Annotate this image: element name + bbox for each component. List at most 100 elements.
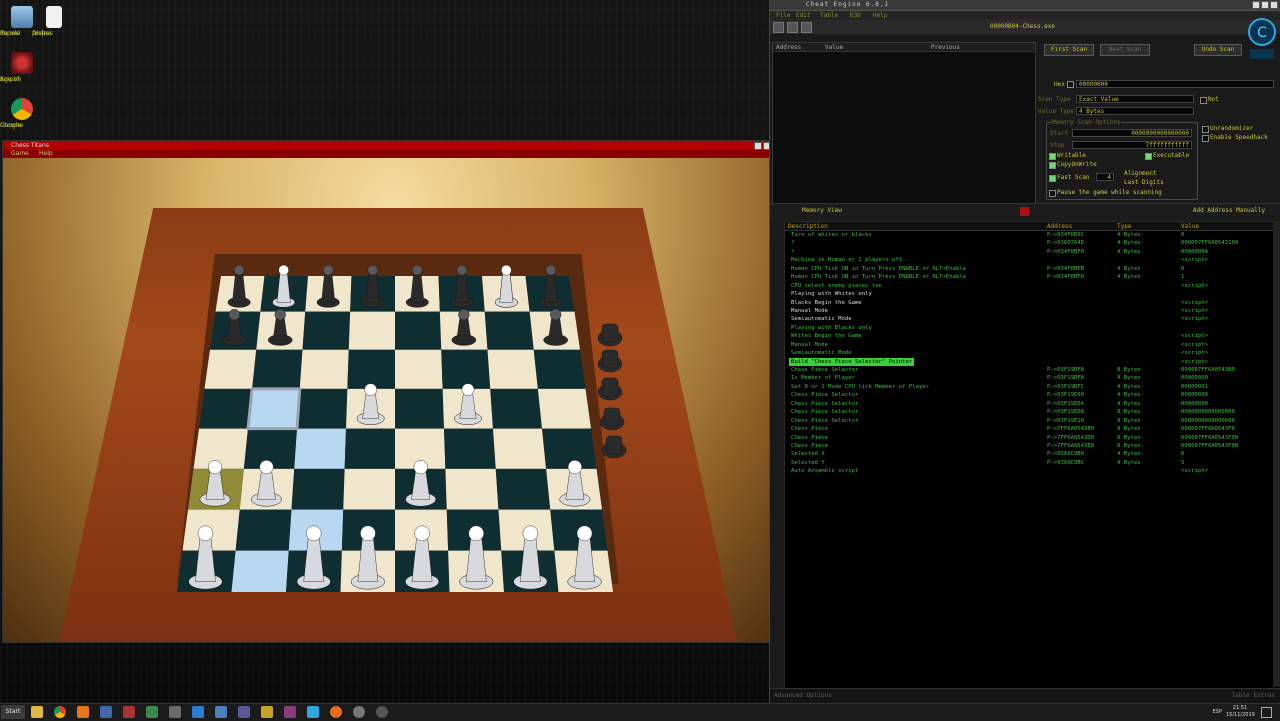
- row-value[interactable]: 00000000: [1181, 391, 1208, 399]
- col-table-value[interactable]: Value: [1181, 223, 1199, 230]
- executable-checkbox[interactable]: [1145, 153, 1152, 160]
- chess-titlebar[interactable]: Chess Titans: [3, 141, 783, 150]
- desktop-icon-chrome[interactable]: Google Chrome: [0, 98, 44, 129]
- table-row[interactable]: Machine vs Human or 2 players off <script…: [785, 256, 1280, 264]
- desktop-icon-age-of-empires[interactable]: Age of Empire: [0, 52, 44, 83]
- table-row[interactable]: Manual Mode <script>: [785, 341, 1280, 349]
- row-value[interactable]: <script>: [1181, 315, 1208, 323]
- row-value[interactable]: 000007FF6A0543F00: [1181, 434, 1238, 442]
- next-scan-button[interactable]: Next Scan: [1100, 44, 1150, 56]
- cheat-table[interactable]: Description Address Type Value Turn of w…: [784, 221, 1280, 689]
- row-value[interactable]: 00000000: [1181, 374, 1208, 382]
- table-row[interactable]: Human CPU Tick ON in Turn Press ENABLE o…: [785, 265, 1280, 273]
- save-icon[interactable]: [801, 22, 812, 33]
- chrome-taskbar-icon[interactable]: [54, 706, 66, 718]
- app-icon-1[interactable]: [100, 706, 112, 718]
- board-square[interactable]: [297, 388, 348, 429]
- row-value[interactable]: 0000000000000000: [1181, 408, 1235, 416]
- table-row[interactable]: Human CPU Tick ON in Turn Press ENABLE o…: [785, 273, 1280, 281]
- row-value[interactable]: 000007FF6A0543B0: [1181, 366, 1235, 374]
- row-value[interactable]: <script>: [1181, 256, 1208, 264]
- table-row[interactable]: Manual Mode <script>: [785, 307, 1280, 315]
- table-row[interactable]: Chess Piece Selector P->03F19E00 4 Bytes 00…: [785, 391, 1280, 399]
- table-row[interactable]: Chess Piece P->7FF6A0543E0 8 Bytes 000007FF…: [785, 442, 1280, 450]
- app-icon-11[interactable]: [376, 706, 388, 718]
- notifications-icon[interactable]: [1261, 707, 1272, 718]
- row-value[interactable]: <script>: [1181, 307, 1208, 315]
- desktop-icon-document[interactable]: Disfras proper: [32, 6, 76, 37]
- scan-type-select[interactable]: Exact Value: [1076, 95, 1194, 103]
- app-icon-7[interactable]: [238, 706, 250, 718]
- table-row[interactable]: Selected Y P->0360C9BC 4 Bytes 5: [785, 459, 1280, 467]
- stop-scan-icon[interactable]: [1020, 207, 1029, 216]
- table-row[interactable]: Auto Assemble script <script>: [785, 467, 1280, 475]
- ce-maximize-icon[interactable]: [1261, 1, 1269, 9]
- row-value[interactable]: <script>: [1181, 467, 1208, 475]
- firefox-icon[interactable]: [330, 706, 342, 718]
- app-icon-5[interactable]: [192, 706, 204, 718]
- board-square[interactable]: [395, 311, 442, 350]
- row-value[interactable]: <script>: [1181, 299, 1208, 307]
- memory-view-button[interactable]: Memory View: [782, 206, 862, 216]
- table-row[interactable]: Chess Piece Selector P->03F19E04 4 Bytes 00…: [785, 400, 1280, 408]
- board-square[interactable]: [445, 468, 499, 510]
- col-previous[interactable]: Previous: [931, 44, 960, 51]
- board-square[interactable]: [484, 311, 534, 350]
- hex-checkbox[interactable]: [1067, 81, 1074, 88]
- row-value[interactable]: <script>: [1181, 349, 1208, 357]
- row-value[interactable]: 0000000A: [1181, 248, 1208, 256]
- board-square[interactable]: [294, 428, 346, 469]
- board-square[interactable]: [395, 388, 444, 429]
- board-square[interactable]: [487, 349, 538, 389]
- value-type-select[interactable]: 4 Bytes: [1076, 107, 1194, 115]
- board-square[interactable]: [252, 349, 303, 389]
- table-row[interactable]: Blacks Begin the Game <script>: [785, 299, 1280, 307]
- board-square[interactable]: [495, 468, 551, 510]
- board-square[interactable]: [533, 349, 586, 389]
- app-icon-8[interactable]: [261, 706, 273, 718]
- row-value[interactable]: 00000000: [1181, 400, 1208, 408]
- table-row[interactable]: Selected X P->0360C9B0 4 Bytes 0: [785, 450, 1280, 458]
- col-value[interactable]: Value: [825, 44, 843, 51]
- speedhack-checkbox[interactable]: [1202, 135, 1209, 142]
- writable-checkbox[interactable]: [1049, 153, 1056, 160]
- board-square[interactable]: [193, 428, 249, 469]
- board-square[interactable]: [291, 468, 345, 510]
- board-square[interactable]: [537, 388, 591, 429]
- table-row[interactable]: CPU select enemy pieces too <script>: [785, 282, 1280, 290]
- ce-menu-help[interactable]: Help: [873, 12, 887, 19]
- board-square[interactable]: [231, 550, 289, 592]
- table-row[interactable]: Semiautomatic Mode <script>: [785, 315, 1280, 323]
- app-icon-6[interactable]: [215, 706, 227, 718]
- col-type[interactable]: Type: [1117, 223, 1131, 230]
- board-square[interactable]: [204, 349, 257, 389]
- row-value[interactable]: 1: [1181, 273, 1184, 281]
- app-icon-10[interactable]: [353, 706, 365, 718]
- app-icon-2[interactable]: [123, 706, 135, 718]
- ce-titlebar[interactable]: Cheat Engine 6.8.1: [770, 0, 1280, 11]
- alignment-radio[interactable]: Alignment: [1124, 170, 1157, 177]
- not-checkbox[interactable]: [1200, 97, 1207, 104]
- row-value[interactable]: 0: [1181, 265, 1184, 273]
- ce-menu-table[interactable]: Table: [820, 12, 838, 19]
- undo-scan-button[interactable]: Undo Scan: [1194, 44, 1242, 56]
- table-row[interactable]: Chess Piece P->7FF6A0543D0 8 Bytes 000007FF…: [785, 434, 1280, 442]
- row-value[interactable]: 000007FF6A0543100: [1181, 239, 1238, 247]
- first-scan-button[interactable]: First Scan: [1044, 44, 1094, 56]
- fast-scan-checkbox[interactable]: [1049, 175, 1056, 182]
- col-address[interactable]: Address: [776, 44, 801, 51]
- chess-board[interactable]: [3, 158, 783, 642]
- board-square[interactable]: [395, 349, 443, 389]
- row-value[interactable]: 000007FF6A0543F00: [1181, 442, 1238, 450]
- minimize-icon[interactable]: [754, 142, 762, 150]
- row-value[interactable]: 0: [1181, 450, 1184, 458]
- board-square[interactable]: [441, 349, 491, 389]
- board-square[interactable]: [444, 428, 496, 469]
- col-description[interactable]: Description: [788, 223, 828, 230]
- ce-menu-file[interactable]: File: [776, 12, 790, 19]
- board-square[interactable]: [493, 428, 547, 469]
- table-row[interactable]: Set 0 or 1 Mode CPU tick Member of Playe…: [785, 383, 1280, 391]
- row-value[interactable]: 00000001: [1181, 383, 1208, 391]
- scan-value-input[interactable]: 00000000: [1076, 80, 1274, 88]
- app-icon-3[interactable]: [146, 706, 158, 718]
